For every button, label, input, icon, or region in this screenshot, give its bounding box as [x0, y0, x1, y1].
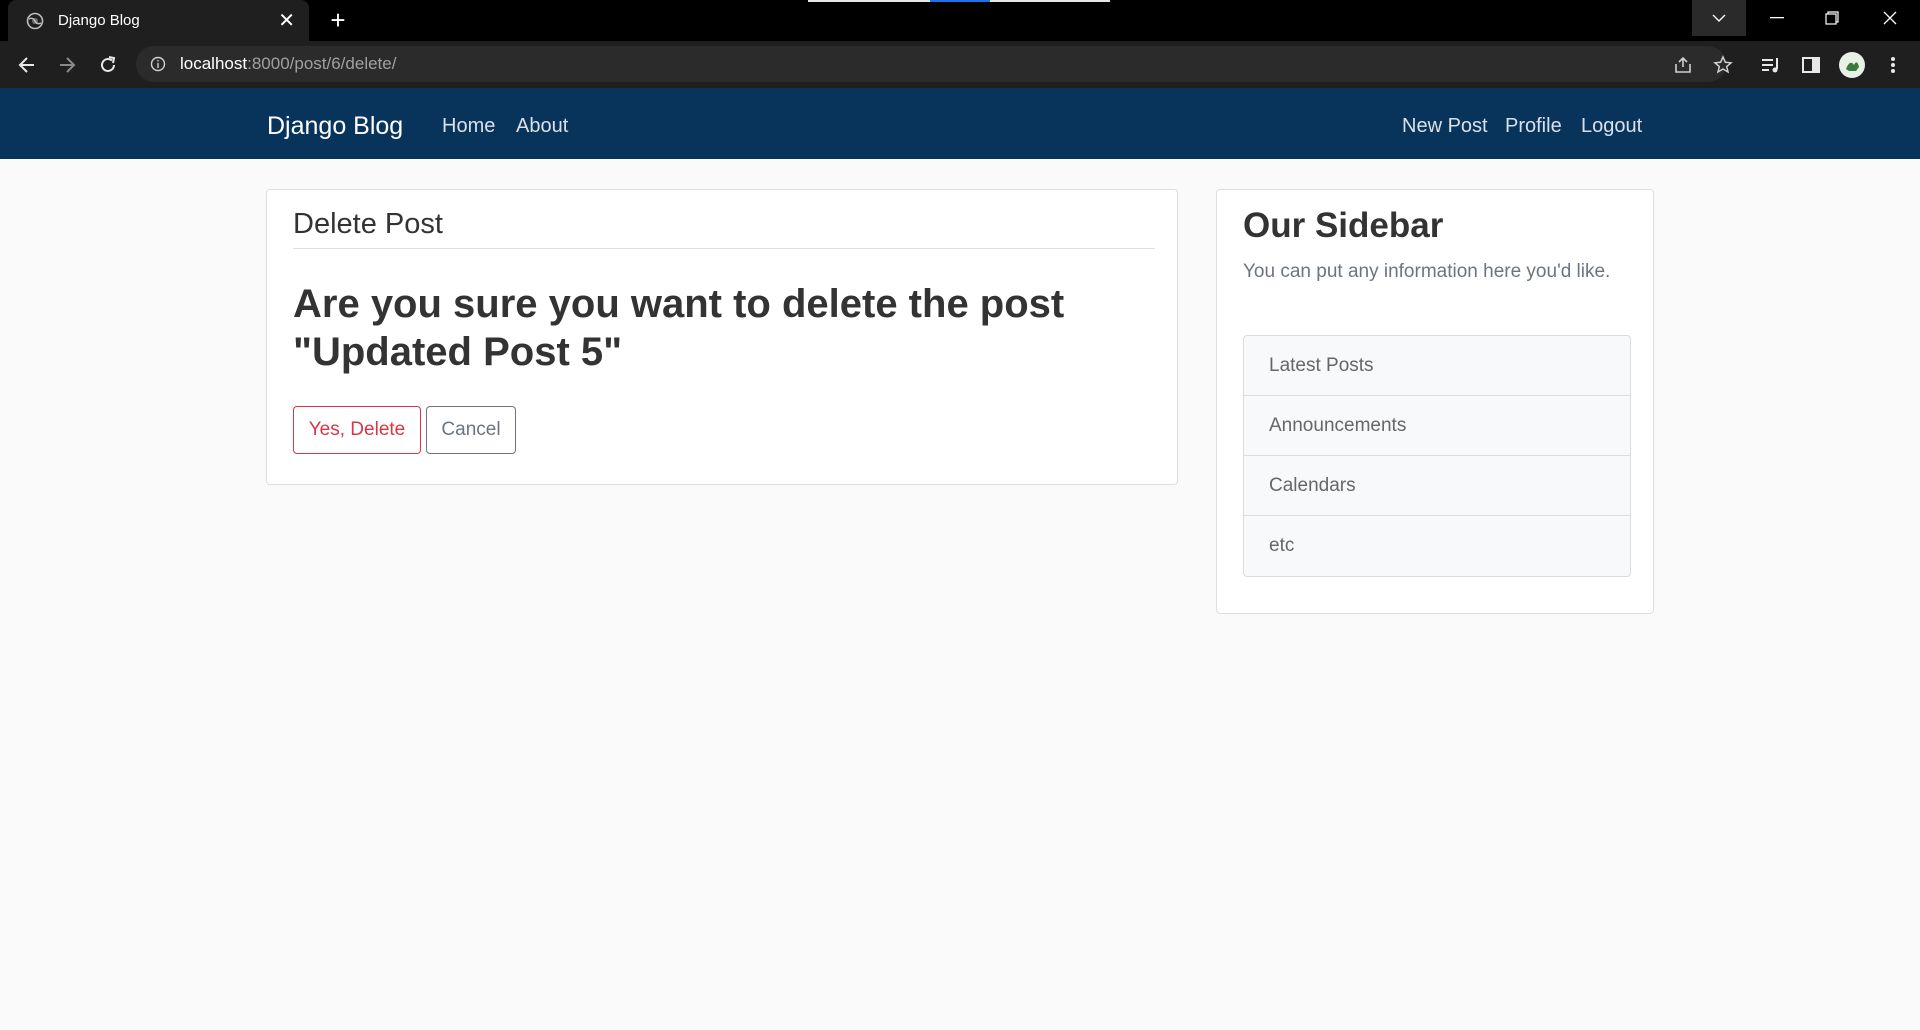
close-icon[interactable]: ✕: [278, 11, 295, 31]
tab-strip: Django Blog ✕ +: [0, 0, 1920, 41]
window-close-icon[interactable]: [1863, 0, 1917, 36]
confirm-message: Are you sure you want to delete the post…: [293, 282, 1065, 374]
strip-indicator: [930, 0, 990, 2]
sidebar-item-calendars[interactable]: Calendars: [1244, 456, 1630, 516]
form-legend: Delete Post: [293, 208, 443, 240]
sidebar-item-announcements[interactable]: Announcements: [1244, 396, 1630, 456]
cancel-button[interactable]: Cancel: [426, 406, 516, 454]
legend-divider: [293, 248, 1155, 249]
chevron-down-icon[interactable]: [1692, 0, 1746, 36]
url-host: localhost: [180, 54, 248, 73]
browser-tab[interactable]: Django Blog ✕: [8, 0, 309, 41]
sidebar-item-etc[interactable]: etc: [1244, 516, 1630, 576]
confirm-delete-button[interactable]: Yes, Delete: [293, 406, 421, 454]
menu-icon[interactable]: [1881, 53, 1905, 77]
nav-logout[interactable]: Logout: [1581, 115, 1642, 138]
sidebar-item-latest-posts[interactable]: Latest Posts: [1244, 336, 1630, 396]
globe-icon: [26, 12, 44, 30]
sidepanel-icon[interactable]: [1799, 53, 1823, 77]
forward-icon[interactable]: [52, 50, 82, 80]
url-text: localhost:8000/post/6/delete/: [180, 54, 396, 74]
nav-new-post[interactable]: New Post: [1402, 115, 1488, 138]
sidebar-title: Our Sidebar: [1243, 206, 1444, 245]
restore-icon[interactable]: [1805, 0, 1859, 36]
tab-title: Django Blog: [58, 12, 140, 29]
minimize-icon[interactable]: [1750, 0, 1804, 36]
url-path: :8000/post/6/delete/: [247, 54, 397, 73]
share-icon[interactable]: [1671, 53, 1695, 77]
nav-profile[interactable]: Profile: [1505, 115, 1562, 138]
avatar[interactable]: [1839, 52, 1865, 78]
nav-about[interactable]: About: [516, 115, 568, 138]
brand-link[interactable]: Django Blog: [267, 112, 403, 141]
site-navbar: Django Blog Home About New Post Profile …: [0, 88, 1920, 159]
sidebar-list: Latest Posts Announcements Calendars etc: [1243, 335, 1631, 577]
delete-post-card: Delete Post Are you sure you want to del…: [266, 189, 1178, 485]
address-bar[interactable]: localhost:8000/post/6/delete/: [136, 46, 1726, 82]
media-icon[interactable]: [1759, 53, 1783, 77]
plus-icon[interactable]: +: [324, 6, 352, 34]
star-icon[interactable]: [1711, 53, 1735, 77]
sidebar-text: You can put any information here you'd l…: [1243, 261, 1611, 282]
reload-icon[interactable]: [93, 50, 123, 80]
back-icon[interactable]: [12, 50, 42, 80]
nav-home[interactable]: Home: [442, 115, 495, 138]
browser-toolbar: localhost:8000/post/6/delete/: [0, 41, 1920, 88]
sidebar-card: Our Sidebar You can put any information …: [1216, 189, 1654, 614]
info-icon[interactable]: [150, 56, 166, 72]
